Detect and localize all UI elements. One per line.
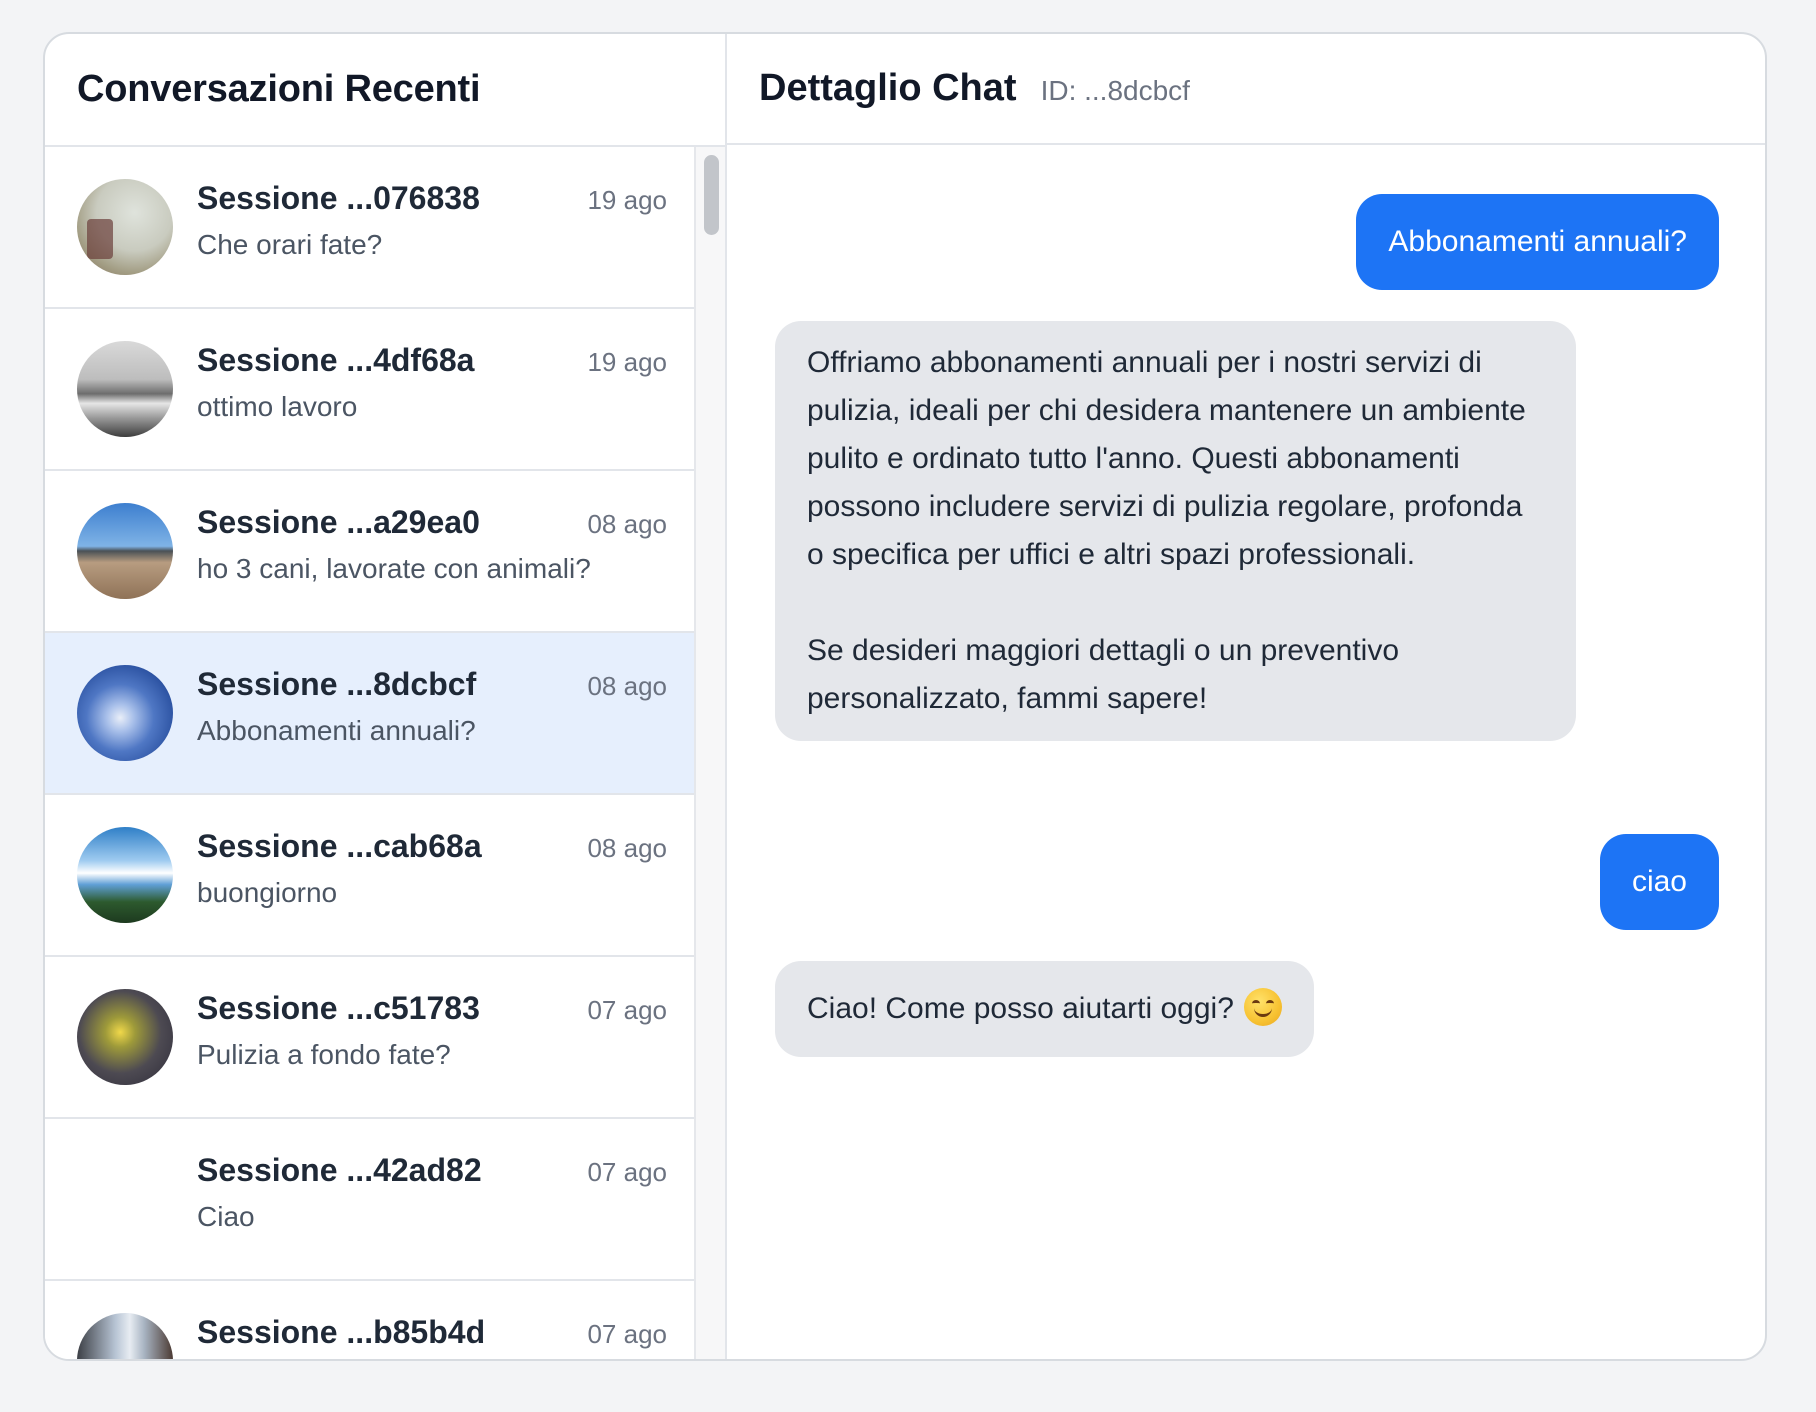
conversation-item[interactable]: Sessione ...c51783 Pulizia a fondo fate?… [45, 957, 696, 1119]
message-preview: Pulizia a fondo fate? [197, 1039, 451, 1071]
avatar [77, 179, 173, 275]
session-date: 19 ago [587, 185, 667, 215]
chat-app-window: Conversazioni Recenti Sessione ...076838… [43, 32, 1767, 1361]
user-message-bubble: Abbonamenti annuali? [1356, 194, 1719, 290]
message-preview: buongiorno [197, 877, 338, 909]
avatar [77, 503, 173, 599]
conversation-item[interactable]: Sessione ...42ad82 Ciao 07 ago [45, 1119, 696, 1281]
user-message-bubble: ciao [1599, 834, 1719, 930]
avatar [77, 1151, 173, 1247]
avatar [77, 989, 173, 1085]
session-date: 07 ago [587, 1157, 667, 1187]
session-date: 08 ago [587, 671, 667, 701]
session-date: 07 ago [587, 1319, 667, 1349]
message-preview: ho 3 cani, lavorate con animali? [197, 553, 591, 585]
conversation-list: Sessione ...076838 Che orari fate? 19 ag… [45, 147, 696, 1359]
scrollbar-thumb[interactable] [704, 155, 719, 235]
chat-id-label: ID: ...8dcbcf [1040, 74, 1190, 106]
conversation-item-active[interactable]: Sessione ...8dcbcf Abbonamenti annuali? … [45, 633, 696, 795]
message-preview: Che orari fate? [197, 229, 383, 261]
chat-detail-header: Dettaglio Chat ID: ...8dcbcf [727, 34, 1765, 145]
avatar [77, 341, 173, 437]
avatar [77, 827, 173, 923]
smiling-face-icon [1243, 988, 1282, 1026]
message-preview: Abbonamenti annuali? [197, 715, 476, 747]
assistant-message-text: Ciao! Come posso aiutarti oggi? [807, 992, 1234, 1025]
session-date: 07 ago [587, 995, 667, 1025]
message-preview: Ciao [197, 1201, 255, 1233]
conversation-list-scroll[interactable]: Sessione ...076838 Che orari fate? 19 ag… [45, 147, 725, 1359]
chat-detail-panel: Dettaglio Chat ID: ...8dcbcf Abbonamenti… [727, 34, 1765, 1359]
session-date: 19 ago [587, 347, 667, 377]
message-preview: ottimo lavoro [197, 391, 358, 423]
conversation-list-header: Conversazioni Recenti [45, 34, 725, 147]
message-thread: Abbonamenti annuali? Offriamo abbonament… [727, 145, 1765, 1359]
conversation-item[interactable]: Sessione ...cab68a buongiorno 08 ago [45, 795, 696, 957]
avatar [77, 1313, 173, 1359]
session-date: 08 ago [587, 509, 667, 539]
assistant-message-bubble: Offriamo abbonamenti annuali per i nostr… [775, 321, 1576, 741]
conversation-item[interactable]: Sessione ...a29ea0 ho 3 cani, lavorate c… [45, 471, 696, 633]
chat-detail-title: Dettaglio Chat [759, 67, 1017, 109]
assistant-message-bubble: Ciao! Come posso aiutarti oggi? [775, 961, 1314, 1057]
conversation-list-title: Conversazioni Recenti [77, 68, 481, 110]
conversation-item[interactable]: Sessione ...076838 Che orari fate? 19 ag… [45, 147, 696, 309]
conversation-list-panel: Conversazioni Recenti Sessione ...076838… [45, 34, 727, 1359]
conversation-item[interactable]: Sessione ...4df68a ottimo lavoro 19 ago [45, 309, 696, 471]
conversation-item[interactable]: Sessione ...b85b4d 07 ago [45, 1281, 696, 1359]
session-date: 08 ago [587, 833, 667, 863]
avatar [77, 665, 173, 761]
scrollbar[interactable] [694, 147, 725, 1359]
